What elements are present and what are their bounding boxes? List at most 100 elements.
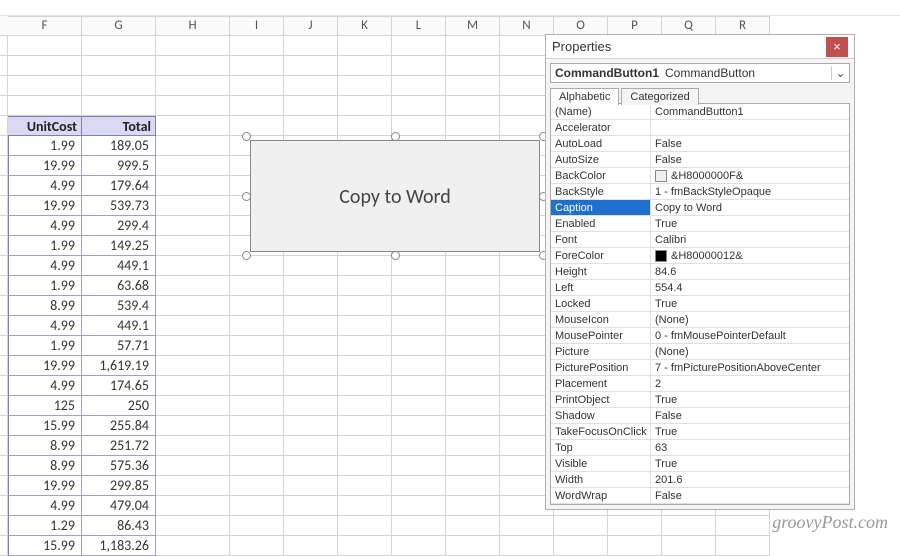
col-header-H[interactable]: H <box>156 16 230 36</box>
prop-row-takefocusonclick[interactable]: TakeFocusOnClickTrue <box>551 424 849 440</box>
prop-value[interactable]: 201.6 <box>651 472 849 487</box>
prop-row-backstyle[interactable]: BackStyle1 - fmBackStyleOpaque <box>551 184 849 200</box>
cell[interactable]: 149.25 <box>82 236 156 256</box>
col-header-P[interactable]: P <box>608 16 662 36</box>
cell[interactable]: 63.68 <box>82 276 156 296</box>
prop-value[interactable]: 0 - fmMousePointerDefault <box>651 328 849 343</box>
col-header-N[interactable]: N <box>500 16 554 36</box>
prop-value[interactable] <box>651 120 849 135</box>
col-header-F[interactable]: F <box>8 16 82 36</box>
cell[interactable]: 255.84 <box>82 416 156 436</box>
cell[interactable]: 8.99 <box>8 296 82 316</box>
command-button-object[interactable]: Copy to Word <box>250 140 540 252</box>
prop-row-height[interactable]: Height84.6 <box>551 264 849 280</box>
prop-row-left[interactable]: Left554.4 <box>551 280 849 296</box>
cell[interactable]: 539.4 <box>82 296 156 316</box>
prop-row-autoload[interactable]: AutoLoadFalse <box>551 136 849 152</box>
prop-row-shadow[interactable]: ShadowFalse <box>551 408 849 424</box>
prop-row-wordwrap[interactable]: WordWrapFalse <box>551 488 849 504</box>
prop-value[interactable]: True <box>651 296 849 311</box>
prop-value[interactable]: CommandButton1 <box>651 104 849 119</box>
property-grid[interactable]: (Name)CommandButton1AcceleratorAutoLoadF… <box>550 103 850 505</box>
tab-alphabetic[interactable]: Alphabetic <box>550 88 619 105</box>
cell[interactable]: 449.1 <box>82 316 156 336</box>
cell[interactable]: 19.99 <box>8 196 82 216</box>
cell[interactable]: 1,183.26 <box>82 536 156 556</box>
prop-value[interactable]: (None) <box>651 344 849 359</box>
cell[interactable]: 449.1 <box>82 256 156 276</box>
prop-row-mousepointer[interactable]: MousePointer0 - fmMousePointerDefault <box>551 328 849 344</box>
col-header-K[interactable]: K <box>338 16 392 36</box>
cell[interactable]: 179.64 <box>82 176 156 196</box>
prop-row-placement[interactable]: Placement2 <box>551 376 849 392</box>
cell[interactable]: 189.05 <box>82 136 156 156</box>
dropdown-icon[interactable]: ⌄ <box>831 66 849 80</box>
prop-row-caption[interactable]: CaptionCopy to Word <box>551 200 849 216</box>
properties-titlebar[interactable]: Properties × <box>546 35 854 59</box>
properties-window[interactable]: Properties × CommandButton1 CommandButto… <box>545 34 855 510</box>
cell[interactable]: 575.36 <box>82 456 156 476</box>
col-header-J[interactable]: J <box>284 16 338 36</box>
cell[interactable]: 250 <box>82 396 156 416</box>
cell[interactable]: 479.04 <box>82 496 156 516</box>
cell[interactable]: 4.99 <box>8 316 82 336</box>
col-header-Q[interactable]: Q <box>662 16 716 36</box>
cell[interactable]: 15.99 <box>8 416 82 436</box>
object-selector[interactable]: CommandButton1 CommandButton ⌄ <box>550 63 850 83</box>
cell[interactable]: 539.73 <box>82 196 156 216</box>
cell[interactable]: 299.85 <box>82 476 156 496</box>
corner-cell[interactable] <box>0 16 8 36</box>
prop-row-forecolor[interactable]: ForeColor&H80000012& <box>551 248 849 264</box>
cell[interactable]: 4.99 <box>8 496 82 516</box>
prop-value[interactable]: &H8000000F& <box>651 168 849 183</box>
cell[interactable]: 4.99 <box>8 216 82 236</box>
cell[interactable]: 1.99 <box>8 336 82 356</box>
prop-value[interactable]: False <box>651 488 849 503</box>
prop-value[interactable]: True <box>651 424 849 439</box>
cell[interactable]: 4.99 <box>8 376 82 396</box>
close-button[interactable]: × <box>826 37 848 57</box>
cell[interactable]: 125 <box>8 396 82 416</box>
col-header-M[interactable]: M <box>446 16 500 36</box>
prop-row-pictureposition[interactable]: PicturePosition7 - fmPicturePositionAbov… <box>551 360 849 376</box>
prop-row-font[interactable]: FontCalibri <box>551 232 849 248</box>
prop-row-backcolor[interactable]: BackColor&H8000000F& <box>551 168 849 184</box>
prop-row-top[interactable]: Top63 <box>551 440 849 456</box>
prop-value[interactable]: Calibri <box>651 232 849 247</box>
prop-row-picture[interactable]: Picture(None) <box>551 344 849 360</box>
cell[interactable]: 4.99 <box>8 176 82 196</box>
prop-value[interactable]: True <box>651 456 849 471</box>
prop-value[interactable]: False <box>651 152 849 167</box>
cell[interactable]: 8.99 <box>8 436 82 456</box>
prop-row-name[interactable]: (Name)CommandButton1 <box>551 104 849 120</box>
prop-row-enabled[interactable]: EnabledTrue <box>551 216 849 232</box>
prop-value[interactable]: False <box>651 136 849 151</box>
col-header-O[interactable]: O <box>554 16 608 36</box>
cell[interactable]: 299.4 <box>82 216 156 236</box>
cell[interactable]: 57.71 <box>82 336 156 356</box>
header-total[interactable]: Total <box>82 116 156 136</box>
prop-value[interactable]: 554.4 <box>651 280 849 295</box>
prop-row-visible[interactable]: VisibleTrue <box>551 456 849 472</box>
cell[interactable]: 251.72 <box>82 436 156 456</box>
cell[interactable]: 1.99 <box>8 136 82 156</box>
col-header-L[interactable]: L <box>392 16 446 36</box>
col-header-R[interactable]: R <box>716 16 770 36</box>
cell[interactable]: 1.29 <box>8 516 82 536</box>
cell[interactable]: 174.65 <box>82 376 156 396</box>
col-header-G[interactable]: G <box>82 16 156 36</box>
prop-value[interactable]: 63 <box>651 440 849 455</box>
prop-value[interactable]: Copy to Word <box>651 200 849 215</box>
col-header-I[interactable]: I <box>230 16 284 36</box>
cell[interactable]: 8.99 <box>8 456 82 476</box>
cell[interactable]: 1.99 <box>8 276 82 296</box>
prop-value[interactable]: 7 - fmPicturePositionAboveCenter <box>651 360 849 375</box>
prop-row-locked[interactable]: LockedTrue <box>551 296 849 312</box>
cell[interactable]: 1,619.19 <box>82 356 156 376</box>
command-button[interactable]: Copy to Word <box>250 140 540 252</box>
cell[interactable]: 19.99 <box>8 356 82 376</box>
cell[interactable]: 86.43 <box>82 516 156 536</box>
prop-value[interactable]: 2 <box>651 376 849 391</box>
prop-row-autosize[interactable]: AutoSizeFalse <box>551 152 849 168</box>
prop-value[interactable]: 1 - fmBackStyleOpaque <box>651 184 849 199</box>
